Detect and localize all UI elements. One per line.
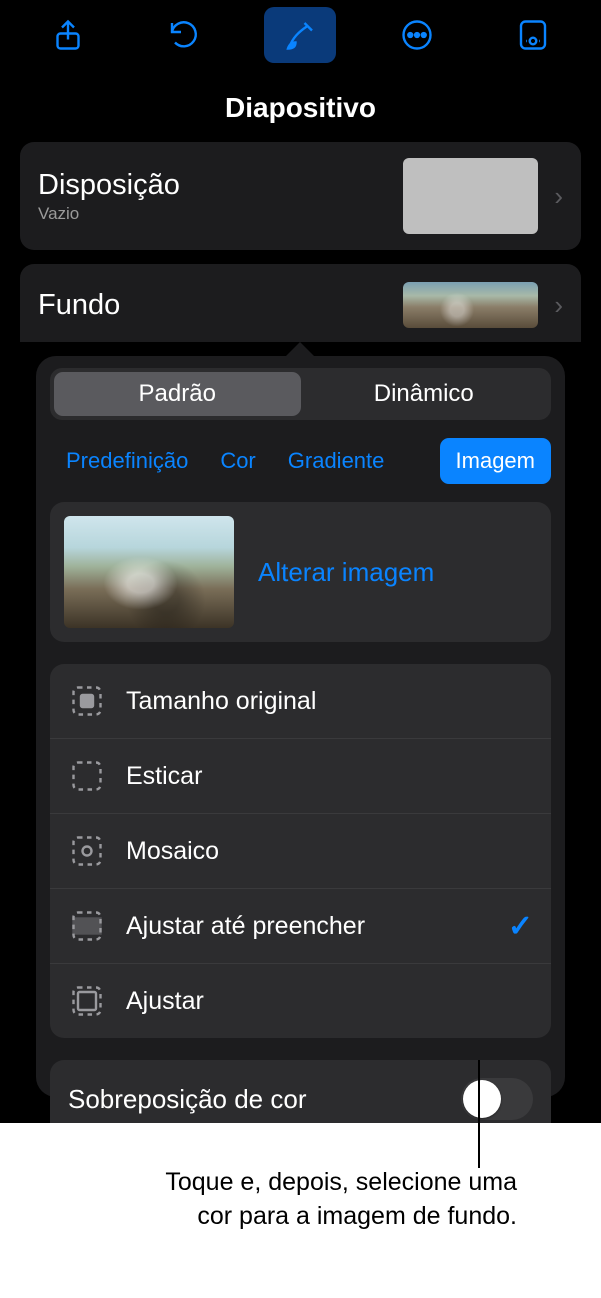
tab-color[interactable]: Cor: [204, 438, 271, 484]
presenter-view-button[interactable]: [497, 7, 569, 63]
scale-list: Tamanho original ✓ Esticar ✓ Mosaico ✓ A…: [50, 664, 551, 1038]
fill-tabs: Predefinição Cor Gradiente Imagem: [50, 438, 551, 484]
scale-label: Mosaico: [126, 837, 533, 866]
callout-leader-line: [478, 1060, 480, 1168]
phone-screen: Diapositivo Disposição Vazio › Fundo › P…: [0, 0, 601, 1123]
color-overlay-row: Sobreposição de cor: [50, 1060, 551, 1123]
toolbar: [0, 0, 601, 70]
color-overlay-toggle[interactable]: [461, 1078, 533, 1120]
background-thumbnail: [403, 282, 538, 328]
checkmark-icon: ✓: [508, 909, 533, 944]
layout-thumbnail: [403, 158, 538, 234]
scale-fill[interactable]: Ajustar até preencher ✓: [50, 889, 551, 964]
undo-button[interactable]: [148, 7, 220, 63]
background-row[interactable]: Fundo ›: [20, 264, 581, 342]
chevron-right-icon: ›: [554, 290, 563, 321]
background-image-preview: [64, 516, 234, 628]
scale-fit-icon: [68, 982, 106, 1020]
share-button[interactable]: [32, 7, 104, 63]
color-overlay-label: Sobreposição de cor: [68, 1084, 445, 1115]
scale-label: Tamanho original: [126, 687, 533, 716]
tab-image[interactable]: Imagem: [440, 438, 551, 484]
format-button[interactable]: [264, 7, 336, 63]
more-button[interactable]: [381, 7, 453, 63]
page-title: Diapositivo: [0, 70, 601, 142]
tab-gradient[interactable]: Gradiente: [272, 438, 401, 484]
toggle-knob: [463, 1080, 501, 1118]
background-popover: Padrão Dinâmico Predefinição Cor Gradien…: [36, 356, 565, 1097]
chevron-right-icon: ›: [554, 181, 563, 212]
scale-label: Esticar: [126, 762, 533, 791]
scale-tile-icon: [68, 832, 106, 870]
layout-title: Disposição: [38, 169, 387, 202]
scale-label: Ajustar até preencher: [126, 912, 488, 941]
callout-text: Toque e, depois, selecione uma cor para …: [137, 1166, 517, 1234]
segment-standard[interactable]: Padrão: [54, 372, 301, 416]
background-title: Fundo: [38, 289, 387, 322]
scale-fill-icon: [68, 907, 106, 945]
scale-label: Ajustar: [126, 987, 533, 1016]
scale-stretch-icon: [68, 757, 106, 795]
image-card: Alterar imagem: [50, 502, 551, 642]
change-image-button[interactable]: Alterar imagem: [258, 557, 434, 588]
scale-stretch[interactable]: Esticar ✓: [50, 739, 551, 814]
tab-preset[interactable]: Predefinição: [50, 438, 204, 484]
layout-row[interactable]: Disposição Vazio ›: [20, 142, 581, 250]
scale-tile[interactable]: Mosaico ✓: [50, 814, 551, 889]
segmented-control[interactable]: Padrão Dinâmico: [50, 368, 551, 420]
scale-original-size[interactable]: Tamanho original ✓: [50, 664, 551, 739]
layout-labels: Disposição Vazio: [38, 169, 387, 224]
layout-subtitle: Vazio: [38, 204, 387, 224]
scale-original-icon: [68, 682, 106, 720]
scale-fit[interactable]: Ajustar ✓: [50, 964, 551, 1038]
segment-dynamic[interactable]: Dinâmico: [301, 372, 548, 416]
